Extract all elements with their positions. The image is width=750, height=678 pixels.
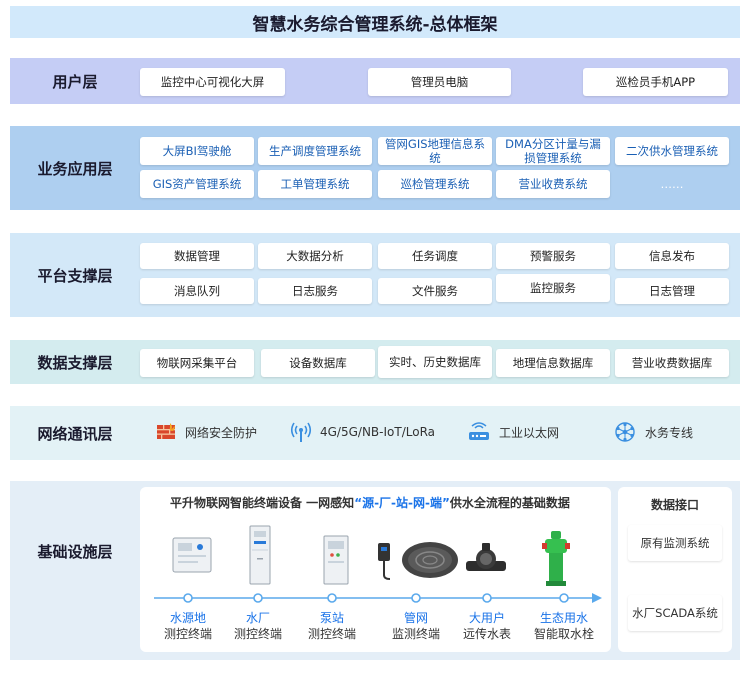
platform-item-data-mgmt: 数据管理: [140, 243, 254, 269]
control-cabinet-icon: [172, 537, 212, 573]
network-item-private-line: 水务专线: [613, 421, 693, 443]
data-item-geo-db: 地理信息数据库: [496, 349, 610, 377]
device-label-hydrant-line2: 智能取水栓: [533, 627, 594, 641]
network-item-wireless-label: 4G/5G/NB-IoT/LoRa: [320, 425, 435, 439]
app-item-bi: 大屏BI驾驶舱: [140, 137, 254, 165]
app-item-dispatch: 生产调度管理系统: [258, 137, 372, 165]
interface-item-legacy: 原有监测系统: [628, 525, 722, 561]
data-layer: 数据支撑层 物联网采集平台 设备数据库 实时、历史数据库 地理信息数据库 营业收…: [10, 340, 740, 384]
device-label-source-line1: 水源地: [169, 611, 206, 625]
app-item-more: ……: [660, 177, 684, 191]
app-item-gis-asset: GIS资产管理系统: [140, 170, 254, 198]
network-item-security-label: 网络安全防护: [185, 425, 258, 440]
pipe-network-terminal-icon: [378, 542, 458, 580]
device-label-plant-line1: 水厂: [245, 611, 270, 625]
device-panel-header: 平升物联网智能终端设备 一网感知“源-厂-站-网-端”供水全流程的基础数据: [170, 494, 570, 511]
user-layer-label: 用户层: [52, 72, 98, 91]
network-item-private-line-label: 水务专线: [645, 425, 694, 440]
user-item-app: 巡检员手机APP: [583, 68, 728, 96]
tall-cabinet-icon: [249, 525, 271, 585]
app-item-secondary-supply: 二次供水管理系统: [615, 137, 729, 165]
network-item-wireless: 4G/5G/NB-IoT/LoRa: [290, 421, 435, 443]
device-label-pipe-line2: 监测终端: [391, 627, 440, 641]
timeline-node-4: [482, 593, 492, 603]
platform-item-bigdata: 大数据分析: [258, 243, 372, 269]
app-item-gis: 管网GIS地理信息系统: [378, 137, 492, 165]
timeline-node-0: [183, 593, 193, 603]
device-label-pump-line1: 泵站: [319, 611, 344, 625]
infra-layer: 基础设施层 平升物联网智能终端设备 一网感知“源-厂-站-网-端”供水全流程的基…: [10, 481, 740, 660]
data-item-history-db: 实时、历史数据库: [378, 346, 492, 378]
interface-panel: 数据接口 原有监测系统 水厂SCADA系统: [618, 487, 732, 652]
platform-layer: 平台支撑层 数据管理 大数据分析 任务调度 预警服务 信息发布 消息队列 日志服…: [10, 233, 740, 317]
app-item-billing: 营业收费系统: [496, 170, 610, 198]
router-icon: [469, 422, 489, 440]
device-panel-header-pre: 平升物联网智能终端设备 一网感知: [170, 496, 355, 510]
app-item-dma: DMA分区计量与漏损管理系统: [496, 137, 610, 165]
data-item-iot: 物联网采集平台: [140, 349, 254, 377]
data-item-device-db: 设备数据库: [261, 349, 375, 377]
user-item-screen: 监控中心可视化大屏: [140, 68, 285, 96]
platform-layer-label: 平台支撑层: [37, 266, 113, 285]
water-meter-icon: [466, 543, 506, 571]
platform-item-file: 文件服务: [378, 278, 492, 304]
timeline-arrow: [154, 593, 602, 603]
user-item-pc: 管理员电脑: [368, 68, 511, 96]
network-layer-label: 网络通讯层: [37, 424, 113, 443]
device-panel-header-post: 供水全流程的基础数据: [449, 496, 570, 510]
device-label-source: 水源地 测控终端: [148, 610, 228, 642]
interface-item-scada: 水厂SCADA系统: [628, 595, 722, 631]
firewall-icon: [157, 423, 175, 439]
page-title: 智慧水务综合管理系统-总体框架: [10, 6, 740, 38]
device-label-meter: 大用户 远传水表: [447, 610, 527, 642]
timeline-node-5: [559, 593, 569, 603]
device-label-plant: 水厂 测控终端: [218, 610, 298, 642]
platform-item-log-mgmt: 日志管理: [615, 278, 729, 304]
platform-item-task: 任务调度: [378, 243, 492, 269]
device-label-pump-line2: 测控终端: [307, 627, 356, 641]
app-item-workorder: 工单管理系统: [258, 170, 372, 198]
device-label-hydrant-line1: 生态用水: [539, 611, 588, 625]
device-label-pump: 泵站 测控终端: [292, 610, 372, 642]
platform-item-log-service: 日志服务: [258, 278, 372, 304]
data-layer-label: 数据支撑层: [37, 353, 113, 372]
pump-cabinet-icon: [323, 535, 349, 585]
device-label-plant-line2: 测控终端: [233, 627, 282, 641]
network-item-ethernet: 工业以太网: [467, 421, 559, 443]
device-label-meter-line2: 远传水表: [462, 627, 511, 641]
user-layer: 用户层 监控中心可视化大屏 管理员电脑 巡检员手机APP: [10, 58, 740, 104]
timeline-node-2: [327, 593, 337, 603]
device-panel: 平升物联网智能终端设备 一网感知“源-厂-站-网-端”供水全流程的基础数据 水源…: [140, 487, 611, 652]
device-panel-header-highlight: “源-厂-站-网-端”: [354, 496, 450, 510]
device-label-pipe: 管网 监测终端: [376, 610, 456, 642]
network-hub-icon: [615, 422, 635, 442]
platform-item-alert: 预警服务: [496, 243, 610, 269]
app-layer-label: 业务应用层: [37, 159, 113, 178]
app-item-inspection: 巡检管理系统: [378, 170, 492, 198]
interface-panel-title: 数据接口: [650, 498, 699, 512]
wireless-signal-icon: [290, 422, 312, 442]
timeline-node-3: [411, 593, 421, 603]
data-item-billing-db: 营业收费数据库: [615, 349, 729, 377]
app-layer: 业务应用层 大屏BI驾驶舱 生产调度管理系统 管网GIS地理信息系统 DMA分区…: [10, 126, 740, 210]
network-item-ethernet-label: 工业以太网: [499, 425, 560, 440]
infra-layer-label: 基础设施层: [37, 542, 113, 561]
network-layer: 网络通讯层 网络安全防护 4G/5G/NB-IoT/LoRa 工业以太网 水务专…: [10, 406, 740, 460]
device-label-hydrant: 生态用水 智能取水栓: [524, 610, 604, 642]
network-item-security: 网络安全防护: [155, 421, 257, 443]
device-label-source-line2: 测控终端: [163, 627, 212, 641]
timeline-node-1: [253, 593, 263, 603]
device-label-pipe-line1: 管网: [403, 611, 428, 625]
device-label-meter-line1: 大用户: [468, 611, 505, 625]
platform-item-mq: 消息队列: [140, 278, 254, 304]
platform-item-monitor: 监控服务: [496, 274, 610, 302]
hydrant-icon: [542, 531, 570, 586]
platform-item-publish: 信息发布: [615, 243, 729, 269]
